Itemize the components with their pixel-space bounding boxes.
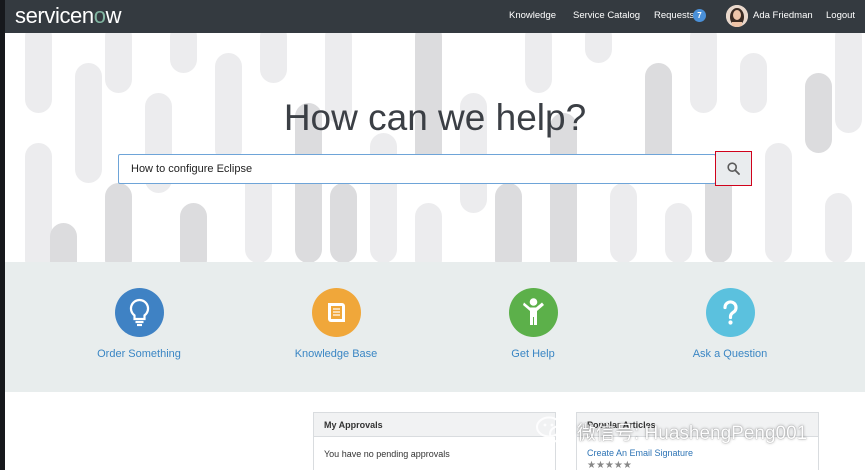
portal-page: servicenow Knowledge Service Catalog Req… (0, 0, 865, 470)
book-icon (311, 288, 361, 337)
search-input[interactable]: How to configure Eclipse (118, 154, 716, 184)
knowledge-base-action[interactable]: Knowledge Base (261, 288, 411, 360)
action-label: Get Help (511, 348, 555, 360)
nav-service-catalog-link[interactable]: Service Catalog (573, 10, 640, 21)
nav-requests-link[interactable]: Requests (654, 10, 694, 21)
search-icon (727, 162, 740, 175)
window-edge (0, 0, 5, 470)
page-title: How can we help? (283, 97, 587, 138)
wechat-icon (536, 416, 571, 443)
order-something-action[interactable]: Order Something (64, 288, 214, 360)
hero-section: How can we help? How to configure Eclips… (5, 33, 865, 262)
get-help-action[interactable]: Get Help (458, 288, 608, 360)
requests-count-badge[interactable]: 7 (693, 9, 706, 22)
approvals-panel: My Approvals You have no pending approva… (313, 412, 556, 470)
servicenow-logo[interactable]: servicenow (15, 3, 121, 29)
question-icon (705, 288, 755, 337)
lightbulb-icon (114, 288, 164, 337)
nav-knowledge-link[interactable]: Knowledge (509, 10, 556, 21)
search-button[interactable] (715, 151, 752, 186)
person-help-icon (508, 288, 558, 337)
watermark-text: 微信号: HuashengPeng001 (577, 423, 808, 444)
user-avatar[interactable] (726, 5, 748, 27)
top-navigation-bar: servicenow Knowledge Service Catalog Req… (0, 0, 865, 33)
action-label: Order Something (97, 348, 181, 360)
quick-actions-band: Order Something Knowledge Base Get Help … (5, 262, 865, 392)
ask-a-question-action[interactable]: Ask a Question (655, 288, 805, 360)
nav-logout-link[interactable]: Logout (826, 10, 855, 21)
approvals-title: My Approvals (314, 413, 555, 437)
article-link[interactable]: Create An Email Signature (587, 448, 693, 458)
nav-user-name[interactable]: Ada Friedman (753, 10, 813, 21)
approvals-empty-text: You have no pending approvals (324, 449, 450, 459)
article-rating: ★★★★★ (587, 460, 632, 470)
action-label: Ask a Question (692, 348, 768, 360)
action-label: Knowledge Base (294, 348, 378, 360)
